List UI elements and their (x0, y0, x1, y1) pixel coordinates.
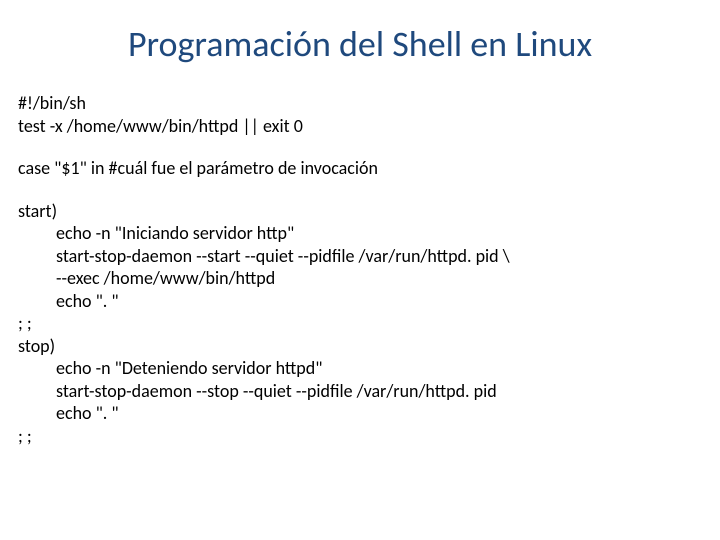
code-block-3: start) echo -n "Iniciando servidor http"… (18, 200, 702, 448)
code-line: echo -n "Iniciando servidor http" (18, 222, 702, 245)
code-line: case "$1" in #cuál fue el parámetro de i… (18, 157, 702, 180)
slide-title: Programación del Shell en Linux (18, 22, 702, 66)
code-line: start-stop-daemon --stop --quiet --pidfi… (18, 380, 702, 403)
code-line: stop) (18, 335, 702, 358)
code-line: ; ; (18, 312, 702, 335)
code-line: ; ; (18, 425, 702, 448)
code-body: #!/bin/sh test -x /home/www/bin/httpd ||… (18, 92, 702, 447)
code-line: echo -n "Deteniendo servidor httpd" (18, 357, 702, 380)
code-line: --exec /home/www/bin/httpd (18, 267, 702, 290)
code-block-2: case "$1" in #cuál fue el parámetro de i… (18, 157, 702, 180)
code-line: #!/bin/sh (18, 92, 702, 115)
code-line: echo ". " (18, 402, 702, 425)
code-line: echo ". " (18, 290, 702, 313)
slide: Programación del Shell en Linux #!/bin/s… (0, 0, 720, 540)
code-line: start) (18, 200, 702, 223)
code-line: test -x /home/www/bin/httpd || exit 0 (18, 115, 702, 138)
code-block-1: #!/bin/sh test -x /home/www/bin/httpd ||… (18, 92, 702, 137)
code-line: start-stop-daemon --start --quiet --pidf… (18, 245, 702, 268)
